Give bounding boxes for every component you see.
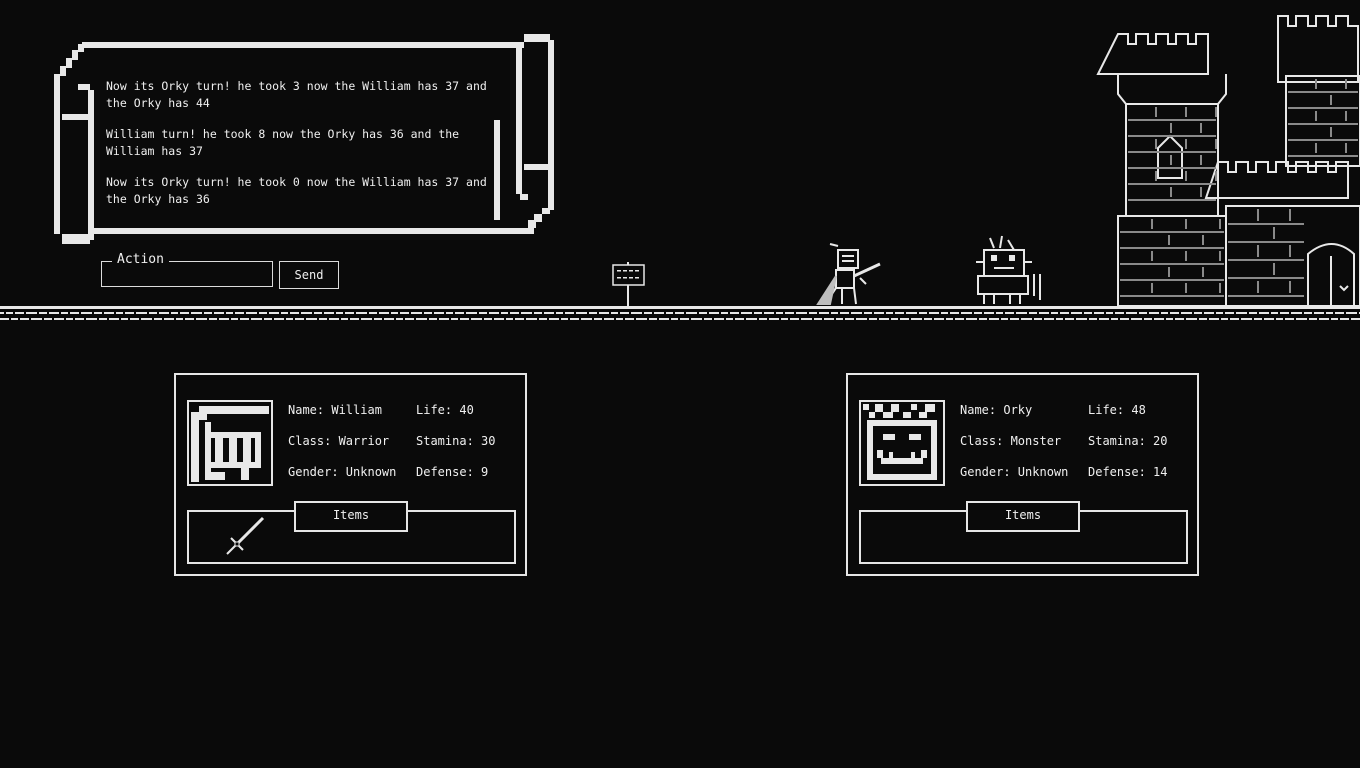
- enemy-portrait: [859, 400, 945, 486]
- ground: [0, 306, 1360, 320]
- player-name: Name: William: [288, 403, 382, 417]
- battle-log: Now its Orky turn! he took 3 now the Wil…: [106, 78, 491, 222]
- log-entry: Now its Orky turn! he took 3 now the Wil…: [106, 79, 487, 110]
- sword-icon[interactable]: [223, 514, 267, 558]
- hero-sprite: [816, 243, 881, 305]
- player-card: Name: William Class: Warrior Gender: Unk…: [174, 373, 527, 576]
- enemy-class: Class: Monster: [960, 434, 1062, 448]
- orc-portrait-icon: [863, 404, 937, 480]
- log-entry: Now its Orky turn! he took 0 now the Wil…: [106, 175, 487, 206]
- orc-sprite: [976, 235, 1041, 304]
- action-input[interactable]: [104, 267, 273, 287]
- player-life: Life: 40: [416, 403, 474, 417]
- player-defense: Defense: 9: [416, 465, 489, 479]
- enemy-defense: Defense: 14: [1088, 465, 1168, 479]
- player-gender: Gender: Unknown: [288, 465, 397, 479]
- enemy-name: Name: Orky: [960, 403, 1033, 417]
- game-stage: Now its Orky turn! he took 3 now the Wil…: [0, 0, 1360, 768]
- castle-bricks: [1120, 79, 1358, 297]
- enemy-items-tab[interactable]: Items: [966, 501, 1080, 532]
- player-class: Class: Warrior: [288, 434, 390, 448]
- player-stamina: Stamina: 30: [416, 434, 496, 448]
- signpost: [612, 262, 645, 306]
- enemy-gender: Gender: Unknown: [960, 465, 1069, 479]
- castle: [1096, 15, 1360, 307]
- enemy-life: Life: 48: [1088, 403, 1146, 417]
- enemy-stamina: Stamina: 20: [1088, 434, 1168, 448]
- enemy-card: Name: Orky Class: Monster Gender: Unknow…: [846, 373, 1199, 576]
- player-items-tab[interactable]: Items: [294, 501, 408, 532]
- send-button[interactable]: Send: [279, 261, 339, 289]
- log-entry: William turn! he took 8 now the Orky has…: [106, 127, 460, 158]
- player-portrait: [187, 400, 273, 486]
- knight-portrait-icon: [191, 406, 269, 482]
